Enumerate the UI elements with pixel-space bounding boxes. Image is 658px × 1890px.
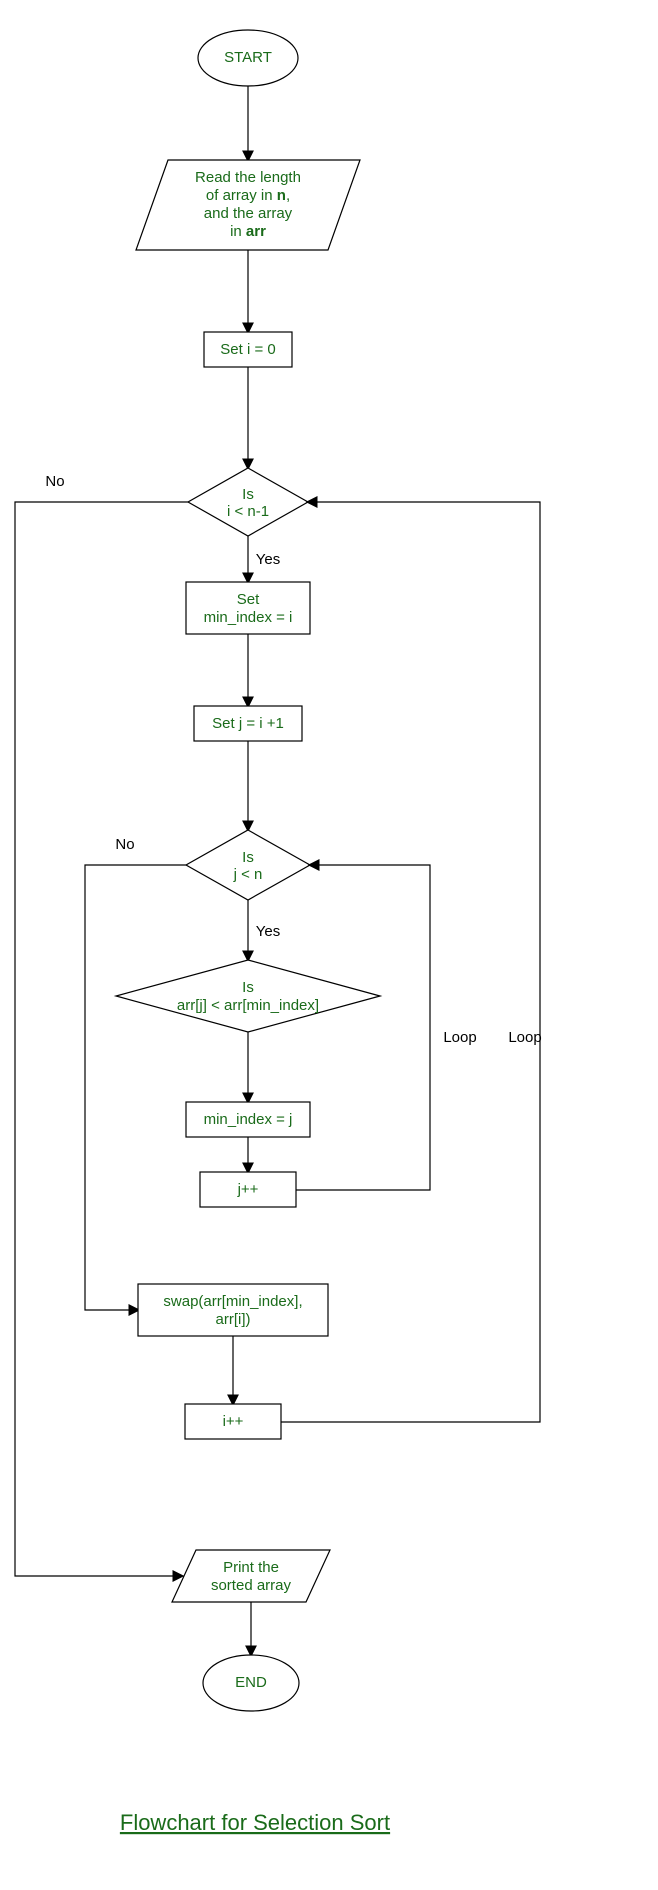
- yes-label-2: Yes: [256, 923, 280, 940]
- swap-l1: swap(arr[min_index],: [163, 1293, 302, 1310]
- set-min-l1: Set: [237, 591, 260, 608]
- read-text-4: in arr: [230, 223, 266, 240]
- print-l1: Print the: [223, 1559, 279, 1576]
- edge-inner-no: [85, 865, 186, 1310]
- dec-i-l1: Is: [242, 486, 254, 503]
- swap-l2: arr[i]): [216, 1311, 251, 1328]
- flowchart-canvas: START Read the length of array in n, and…: [0, 0, 658, 1890]
- loop-label-inner: Loop: [443, 1029, 476, 1046]
- dec-i-l2: i < n-1: [227, 503, 269, 520]
- end-label: END: [235, 1674, 267, 1691]
- start-label: START: [224, 49, 272, 66]
- dec-j-l2: j < n: [233, 866, 263, 883]
- edge-loop-inner: [296, 865, 430, 1190]
- set-j-label: Set j = i +1: [212, 715, 284, 732]
- dec-arr-l1: Is: [242, 979, 254, 996]
- read-text-3: and the array: [204, 205, 293, 222]
- i-inc-label: i++: [223, 1413, 244, 1430]
- loop-label-outer: Loop: [508, 1029, 541, 1046]
- dec-arr-l2: arr[j] < arr[min_index]: [177, 997, 319, 1014]
- set-i-label: Set i = 0: [220, 341, 275, 358]
- yes-label-1: Yes: [256, 551, 280, 568]
- read-text-1: Read the length: [195, 169, 301, 186]
- print-l2: sorted array: [211, 1577, 292, 1594]
- no-label-1: No: [45, 473, 64, 490]
- set-min-l2: min_index = i: [204, 609, 293, 626]
- j-inc-label: j++: [237, 1181, 259, 1198]
- read-text-2: of array in n,: [206, 187, 290, 204]
- caption: Flowchart for Selection Sort: [120, 1810, 390, 1835]
- no-label-2: No: [115, 836, 134, 853]
- min-assign-label: min_index = j: [204, 1111, 293, 1128]
- edge-outer-no: [15, 502, 188, 1576]
- dec-j-l1: Is: [242, 849, 254, 866]
